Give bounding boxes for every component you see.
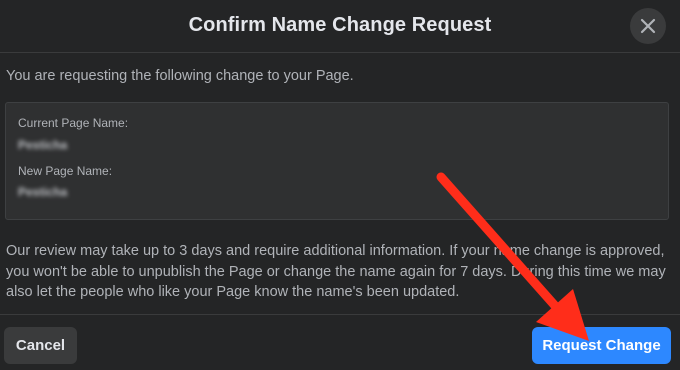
request-change-button[interactable]: Request Change bbox=[532, 327, 671, 364]
dialog-title: Confirm Name Change Request bbox=[188, 14, 492, 36]
current-name-value: Pesticha bbox=[18, 138, 68, 152]
cancel-button[interactable]: Cancel bbox=[4, 327, 77, 364]
new-name-value: Pesticha bbox=[18, 185, 68, 199]
review-notice: Our review may take up to 3 days and req… bbox=[6, 243, 666, 300]
dialog-header: Confirm Name Change Request bbox=[0, 0, 680, 53]
current-name-label: Current Page Name: bbox=[18, 116, 129, 130]
confirm-name-change-dialog: Confirm Name Change Request You are requ… bbox=[0, 0, 680, 370]
close-icon bbox=[640, 18, 656, 34]
close-button[interactable] bbox=[630, 8, 666, 44]
name-change-summary: Current Page Name: Pesticha New Page Nam… bbox=[5, 102, 669, 220]
footer-divider bbox=[0, 314, 680, 315]
intro-text: You are requesting the following change … bbox=[6, 68, 354, 84]
new-name-label: New Page Name: bbox=[18, 164, 113, 178]
